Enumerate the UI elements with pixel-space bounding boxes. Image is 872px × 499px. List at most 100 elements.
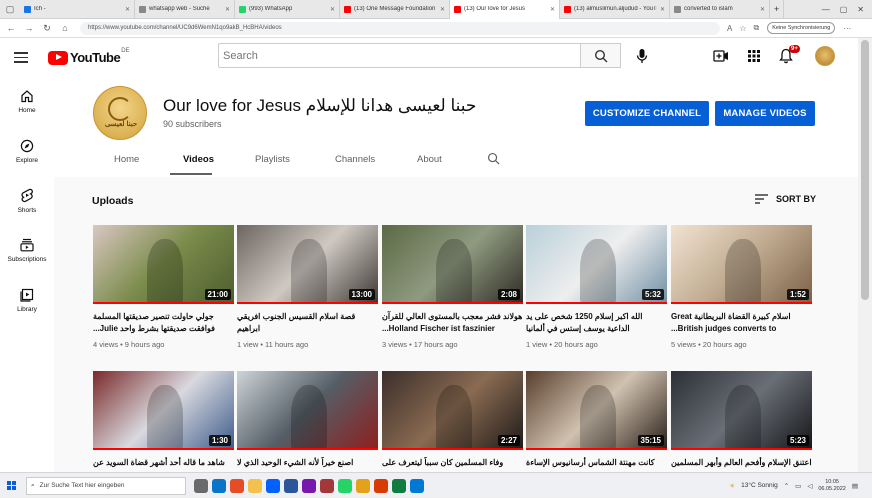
edge-icon[interactable] <box>212 478 226 493</box>
dropbox-icon[interactable] <box>266 478 280 493</box>
tab-close-icon[interactable]: ✕ <box>657 6 665 13</box>
close-window-icon[interactable]: ✕ <box>857 5 864 14</box>
firefox-icon[interactable] <box>230 478 244 493</box>
sidebar-item-home[interactable]: Home <box>0 89 54 114</box>
tab-videos[interactable]: Videos <box>183 154 214 165</box>
favorite-star-icon[interactable]: ☆ <box>739 24 746 33</box>
browser-tab[interactable]: (13) almuslimun.aljudud - YouTu ✕ <box>560 0 670 19</box>
browser-tab[interactable]: (993) WhatsApp ✕ <box>235 0 340 19</box>
video-card[interactable]: 5:23 اعتنق الإسلام وأفحم العالم وأبهر الم… <box>671 371 812 469</box>
video-title[interactable]: جولي حاولت تنصير صديقتها المسلمة فوافقت ص… <box>93 311 234 335</box>
browser-tab[interactable]: (13) One Message Foundation ✕ <box>340 0 450 19</box>
whatsapp-icon[interactable] <box>338 478 352 493</box>
access-icon[interactable] <box>320 478 334 493</box>
tab-close-icon[interactable]: ✕ <box>757 6 765 13</box>
forward-icon[interactable]: → <box>22 23 36 33</box>
video-card[interactable]: 2:08 هولاند فشر معجب بالمستوى العالي للقر… <box>382 225 523 349</box>
excel-icon[interactable] <box>392 478 406 493</box>
browser-tab[interactable]: Ich - ✕ <box>20 0 135 19</box>
taskbar-search[interactable]: ⌕ Zur Suche Text hier eingeben <box>26 476 186 495</box>
file-explorer-icon[interactable] <box>248 478 262 493</box>
browser-menu-icon[interactable]: ··· <box>843 24 851 33</box>
video-card[interactable]: 1:52 اسلام كبيرة القضاة البريطانية Great B… <box>671 225 812 349</box>
sync-button[interactable]: Keine Synchronisierung <box>767 22 836 34</box>
video-title[interactable]: شاهد ما قاله أحد أشهر قضاة السويد عن <box>93 457 234 469</box>
microphone-icon[interactable] <box>636 48 648 64</box>
channel-avatar[interactable]: حبنا لعيسى <box>93 86 147 140</box>
video-thumbnail[interactable]: 1:52 <box>671 225 812 304</box>
tab-playlists[interactable]: Playlists <box>255 154 290 165</box>
video-card[interactable]: 35:15 كانت مهنتة الشماس أرسانيوس الإساءة <box>526 371 667 469</box>
tab-channels[interactable]: Channels <box>335 154 375 165</box>
account-avatar[interactable] <box>815 46 835 66</box>
video-thumbnail[interactable]: 1:30 <box>93 371 234 450</box>
hamburger-menu-icon[interactable] <box>14 48 34 68</box>
video-card[interactable]: 1:30 شاهد ما قاله أحد أشهر قضاة السويد عن <box>93 371 234 469</box>
video-title[interactable]: اعتنق الإسلام وأفحم العالم وأبهر المسلمي… <box>671 457 812 469</box>
video-thumbnail[interactable]: 2:08 <box>382 225 523 304</box>
browser-tab[interactable]: whatsapp web - Suche ✕ <box>135 0 235 19</box>
video-title[interactable]: اصنع خيراً لأنه الشيء الوحيد الذي لا <box>237 457 378 469</box>
youtube-logo[interactable]: YouTube DE <box>48 48 130 65</box>
page-scrollbar[interactable] <box>858 38 872 472</box>
start-button[interactable] <box>0 473 22 499</box>
sidebar-item-shorts[interactable]: Shorts <box>0 188 54 214</box>
video-thumbnail[interactable]: 21:00 <box>93 225 234 304</box>
tab-close-icon[interactable]: ✕ <box>327 6 335 13</box>
video-card[interactable]: 2:27 وفاء المسلمين كان سبباً ليتعرف على <box>382 371 523 469</box>
apps-grid-icon[interactable] <box>747 49 761 63</box>
video-card[interactable]: 21:00 جولي حاولت تنصير صديقتها المسلمة فوا… <box>93 225 234 349</box>
collections-icon[interactable]: ⧉ <box>754 23 760 33</box>
sidebar-item-explore[interactable]: Explore <box>0 139 54 164</box>
channel-search-icon[interactable] <box>487 152 500 165</box>
onenote-icon[interactable] <box>302 478 316 493</box>
maximize-icon[interactable]: ▢ <box>840 5 848 14</box>
new-tab-button[interactable]: + <box>770 0 785 19</box>
customize-channel-button[interactable]: CUSTOMIZE CHANNEL <box>585 101 709 126</box>
outlook-icon[interactable] <box>410 478 424 493</box>
minimize-icon[interactable]: — <box>822 5 830 14</box>
video-title[interactable]: اسلام كبيرة القضاة البريطانية Great Briti… <box>671 311 812 335</box>
word-icon[interactable] <box>284 478 298 493</box>
create-video-icon[interactable] <box>713 49 729 63</box>
window-menu-icon[interactable]: ▢ <box>0 0 20 19</box>
video-thumbnail[interactable]: 5:32 <box>526 225 667 304</box>
tab-close-icon[interactable]: ✕ <box>437 6 445 13</box>
back-icon[interactable]: ← <box>4 23 18 33</box>
video-thumbnail[interactable] <box>237 371 378 450</box>
scrollbar-thumb[interactable] <box>861 40 869 300</box>
opera-icon[interactable] <box>374 478 388 493</box>
search-input[interactable] <box>218 43 581 68</box>
video-title[interactable]: الله اكبر إسلام 1250 شخص على يد الداعية ي… <box>526 311 667 335</box>
sidebar-item-library[interactable]: Library <box>0 288 54 313</box>
tab-close-icon[interactable]: ✕ <box>547 6 555 13</box>
sort-by-button[interactable]: SORT BY <box>755 194 816 204</box>
video-card[interactable]: 13:00 قصة اسلام القسيس الجنوب افريقي ابرا… <box>237 225 378 349</box>
volume-icon[interactable]: ◁ <box>807 482 812 490</box>
notifications-center-icon[interactable]: ▤ <box>852 482 858 490</box>
tab-home[interactable]: Home <box>114 154 139 165</box>
task-view-icon[interactable] <box>194 478 208 493</box>
sidebar-item-subscriptions[interactable]: Subscriptions <box>0 238 54 263</box>
tab-close-icon[interactable]: ✕ <box>222 6 230 13</box>
tray-arrow-icon[interactable]: ⌃ <box>784 482 789 490</box>
video-card[interactable]: 5:32 الله اكبر إسلام 1250 شخص على يد الداع… <box>526 225 667 349</box>
video-title[interactable]: كانت مهنتة الشماس أرسانيوس الإساءة <box>526 457 667 469</box>
browser-tab[interactable]: (13) Our love for Jesus ✕ <box>450 0 560 19</box>
manage-videos-button[interactable]: MANAGE VIDEOS <box>715 101 815 126</box>
video-thumbnail[interactable]: 2:27 <box>382 371 523 450</box>
video-title[interactable]: وفاء المسلمين كان سبباً ليتعرف على <box>382 457 523 469</box>
video-title[interactable]: قصة اسلام القسيس الجنوب افريقي ابراهيمسي… <box>237 311 378 335</box>
search-button[interactable] <box>581 43 621 68</box>
tab-about[interactable]: About <box>417 154 442 165</box>
weather-text[interactable]: 13°C Sonnig <box>741 482 778 489</box>
video-thumbnail[interactable]: 35:15 <box>526 371 667 450</box>
video-thumbnail[interactable]: 5:23 <box>671 371 812 450</box>
home-browser-icon[interactable]: ⌂ <box>58 23 72 33</box>
tab-close-icon[interactable]: ✕ <box>122 6 130 13</box>
url-field[interactable]: https://www.youtube.com/channel/UC9d6Wem… <box>80 21 720 35</box>
app-icon-yellow[interactable] <box>356 478 370 493</box>
video-card[interactable]: اصنع خيراً لأنه الشيء الوحيد الذي لا <box>237 371 378 469</box>
reader-icon[interactable]: A <box>727 24 732 33</box>
clock[interactable]: 10:05 06.05.2022 <box>818 479 846 493</box>
